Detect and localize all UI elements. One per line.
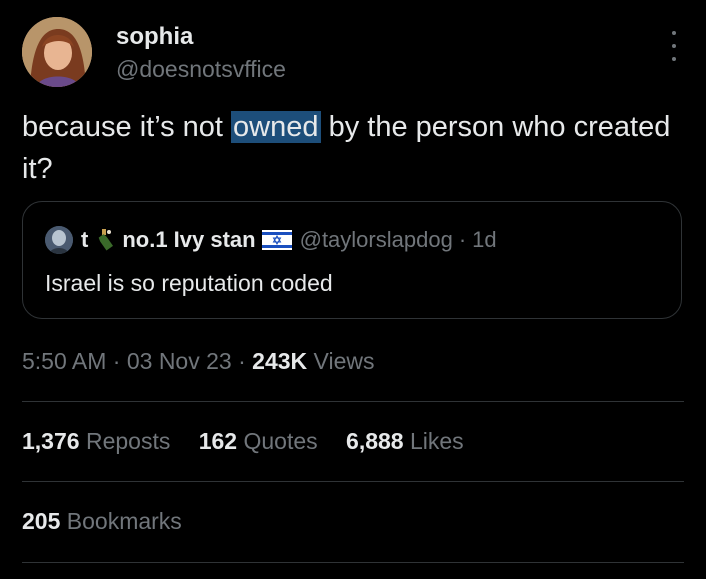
text-selection: owned bbox=[231, 111, 321, 143]
bookmarks-count: 205 bbox=[22, 508, 61, 534]
quote-separator: · bbox=[458, 227, 467, 252]
tweet-time[interactable]: 5:50 AM bbox=[22, 348, 106, 374]
views-count: 243K bbox=[252, 348, 308, 374]
tweet-text-part: because it’s not bbox=[22, 111, 232, 143]
reposts-label: Reposts bbox=[85, 428, 171, 454]
tweet-date[interactable]: 03 Nov 23 bbox=[127, 348, 232, 374]
author-display-name[interactable]: sophia bbox=[116, 23, 286, 51]
quote-name-t: t bbox=[81, 227, 89, 252]
quote-time[interactable]: 1d bbox=[472, 227, 496, 253]
author-handle[interactable]: @doesnotsvffice bbox=[116, 55, 286, 83]
more-icon[interactable] bbox=[664, 31, 684, 61]
likes-stat[interactable]: 6,888 Likes bbox=[346, 428, 464, 454]
avatar[interactable] bbox=[22, 17, 92, 87]
reposts-count: 1,376 bbox=[22, 428, 80, 454]
likes-label: Likes bbox=[409, 428, 464, 454]
quoted-tweet[interactable]: t no.1 Ivy stan @taylorslapdog · 1d Isra… bbox=[22, 201, 682, 319]
engagement-stats: 1,376 Reposts 162 Quotes 6,888 Likes bbox=[22, 428, 486, 455]
likes-count: 6,888 bbox=[346, 428, 404, 454]
divider bbox=[22, 481, 684, 482]
tweet-text: because it’s not owned by the person who… bbox=[22, 106, 686, 190]
divider bbox=[22, 401, 684, 402]
bookmarks-stat[interactable]: 205 Bookmarks bbox=[22, 508, 182, 535]
views-label: Views bbox=[313, 348, 375, 374]
quote-avatar[interactable] bbox=[45, 226, 73, 254]
israel-flag-icon bbox=[261, 230, 292, 250]
bookmarks-label: Bookmarks bbox=[66, 508, 182, 534]
tweet-header: sophia @doesnotsvffice bbox=[22, 17, 684, 87]
quote-text: Israel is so reputation coded bbox=[45, 270, 333, 296]
tweet-meta: 5:50 AM · 03 Nov 23 · 243K Views bbox=[22, 348, 374, 375]
reposts-stat[interactable]: 1,376 Reposts bbox=[22, 428, 170, 454]
quotes-stat[interactable]: 162 Quotes bbox=[199, 428, 318, 454]
quote-handle[interactable]: @taylorslapdog bbox=[300, 227, 453, 253]
quotes-label: Quotes bbox=[243, 428, 318, 454]
meta-separator: · bbox=[112, 348, 121, 374]
wine-bottle-icon bbox=[99, 229, 114, 251]
divider bbox=[22, 562, 684, 563]
meta-separator: · bbox=[238, 348, 246, 374]
quotes-count: 162 bbox=[198, 428, 238, 454]
quote-name: no.1 Ivy stan bbox=[122, 227, 256, 252]
